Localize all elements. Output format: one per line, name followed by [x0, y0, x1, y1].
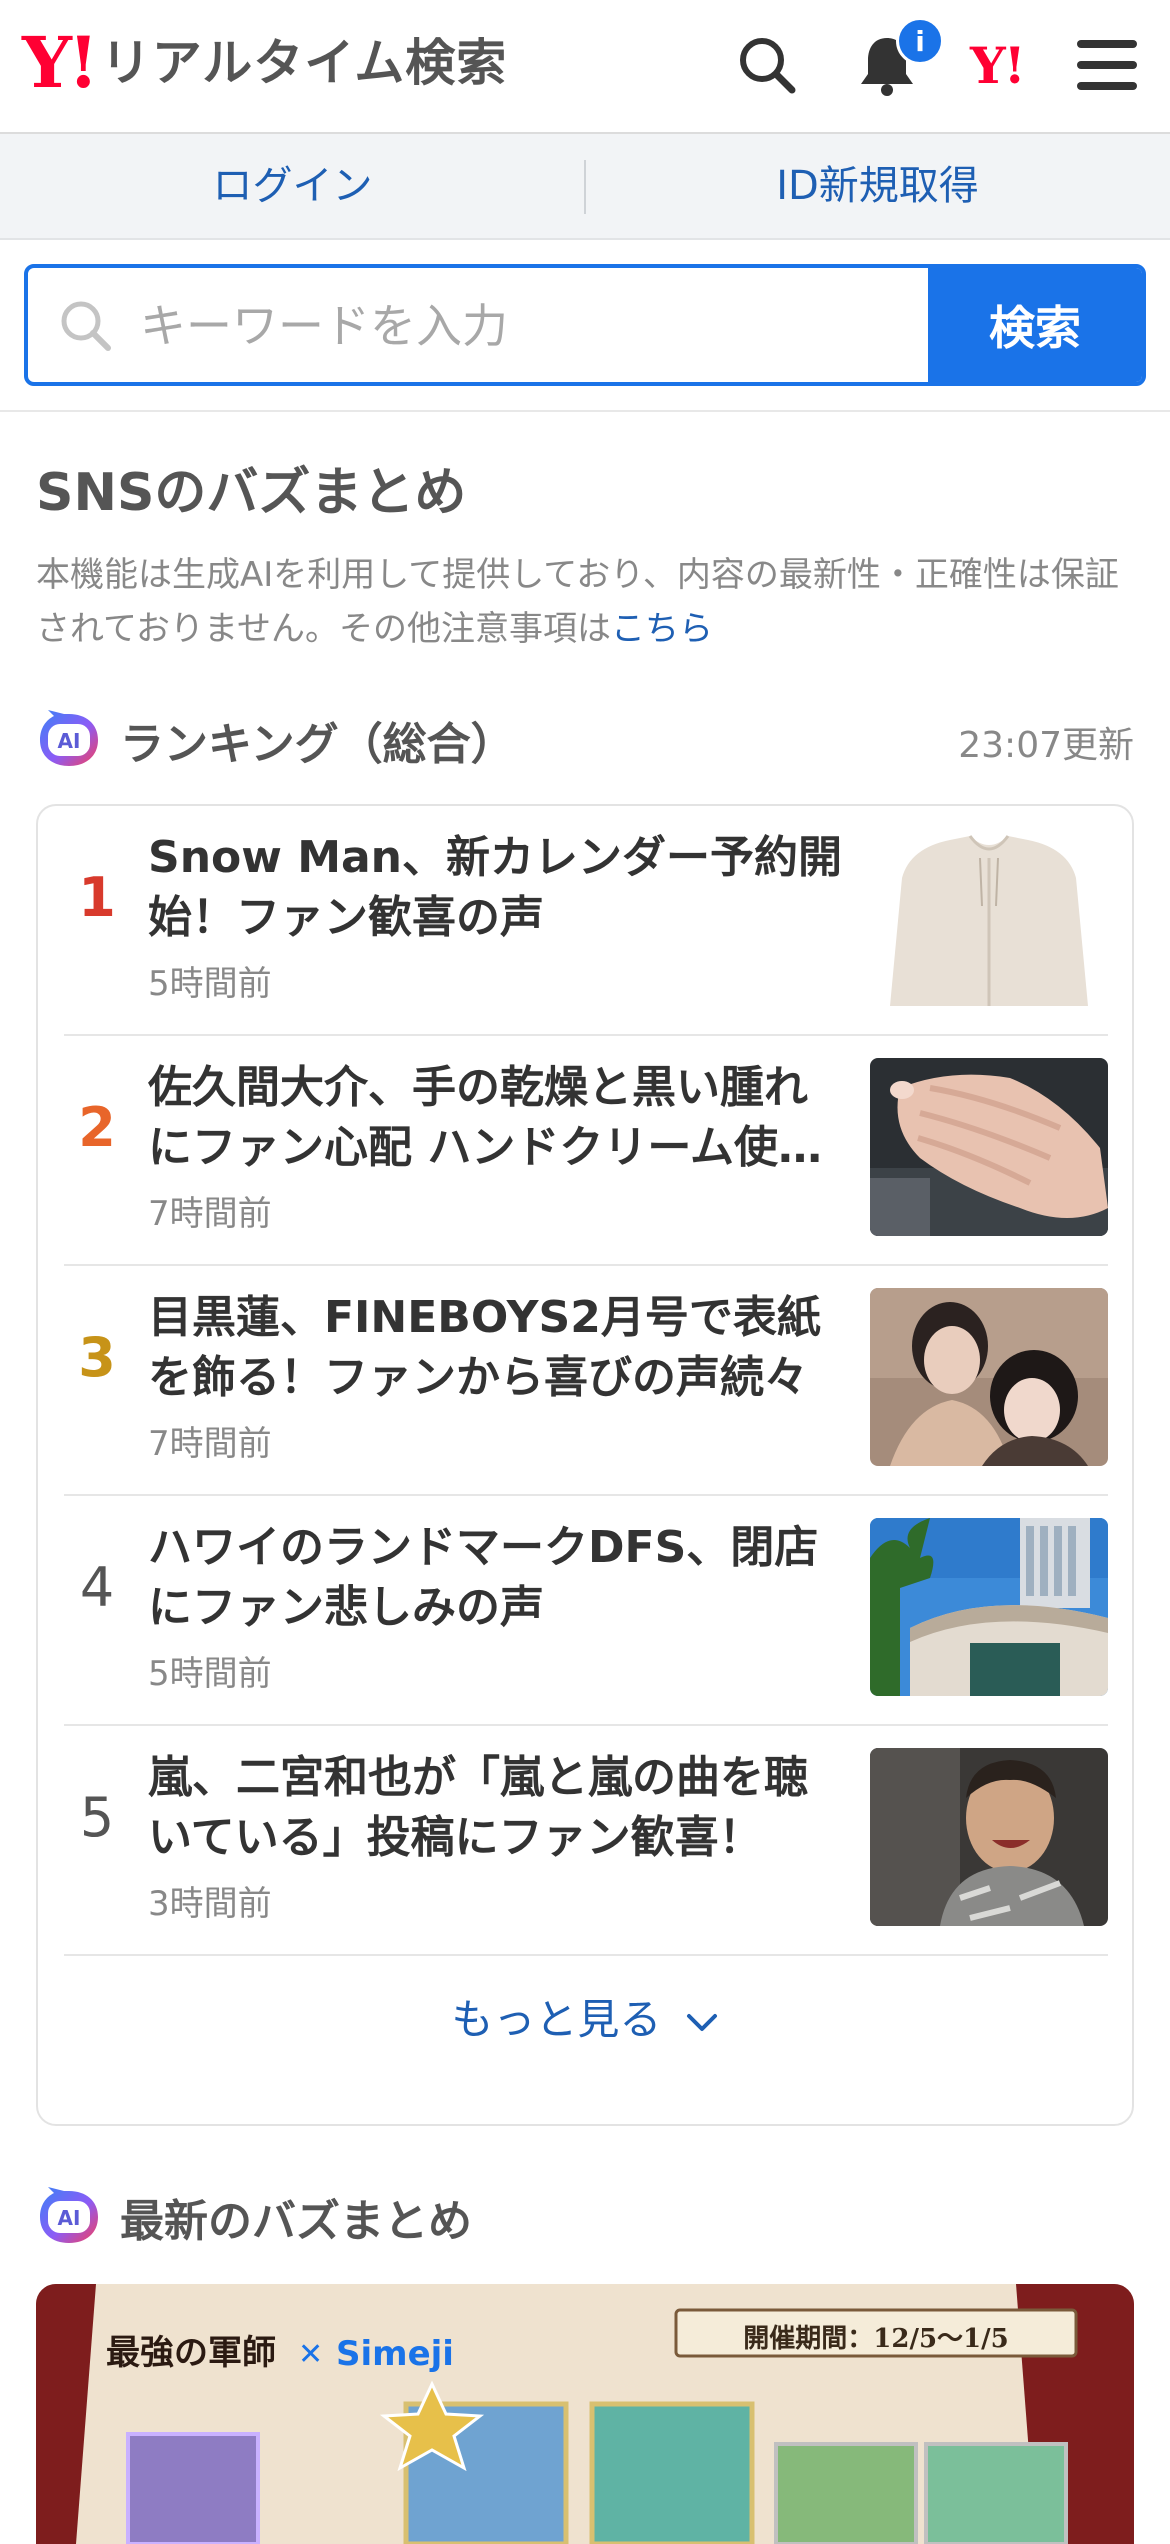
ranking-item[interactable]: 1 Snow Man、新カレンダー予約開始！ファン歓喜の声 5時間前	[64, 806, 1108, 1036]
notice-link[interactable]: こちら	[611, 609, 713, 649]
ranking-item[interactable]: 3 目黒蓮、FINEBOYS2月号で表紙を飾る！ファンから喜びの声続々 7時間前	[64, 1266, 1108, 1496]
ranking-title: ランキング（総合）	[120, 719, 515, 770]
ranking-item[interactable]: 4 ハワイのランドマークDFS、閉店にファン悲しみの声 5時間前	[64, 1496, 1108, 1726]
app-header: Y! リアルタイム検索 i Y!	[0, 0, 1170, 134]
article-time: 7時間前	[148, 1424, 272, 1464]
article-title: 目黒蓮、FINEBOYS2月号で表紙を飾る！ファンから喜びの声続々	[148, 1292, 821, 1403]
section-divider	[0, 410, 1170, 412]
search-input[interactable]	[138, 268, 942, 382]
ranking-item[interactable]: 5 嵐、二宮和也が「嵐と嵐の曲を聴いている」投稿にファン歓喜！ 3時間前	[64, 1726, 1108, 1956]
article-time: 5時間前	[148, 964, 272, 1004]
ai-notice: 本機能は生成AIを利用して提供しており、内容の最新性・正確性は保証されておりませ…	[36, 548, 1146, 656]
more-link[interactable]: もっと見る	[38, 1986, 1132, 2047]
logo-text: リアルタイム検索	[100, 34, 508, 92]
login-bar: ログイン ID新規取得	[0, 134, 1170, 240]
search-input-icon	[61, 301, 111, 351]
search-button[interactable]: 検索	[928, 268, 1142, 382]
ai-icon: AI	[40, 710, 98, 766]
yahoo-top-link[interactable]: Y!	[970, 36, 1026, 95]
search-icon[interactable]	[732, 30, 802, 100]
more-link-label: もっと見る	[451, 1995, 662, 2044]
sns-section-title: SNSのバズまとめ	[36, 463, 467, 523]
yahoo-realtime-logo[interactable]: Y! リアルタイム検索	[22, 28, 507, 98]
rank-number: 3	[78, 1326, 116, 1389]
ai-icon: AI	[40, 2187, 98, 2243]
ranking-card: 1 Snow Man、新カレンダー予約開始！ファン歓喜の声 5時間前 2 佐久間…	[36, 804, 1134, 2126]
article-time: 7時間前	[148, 1194, 272, 1234]
article-title: Snow Man、新カレンダー予約開始！ファン歓喜の声	[148, 832, 843, 943]
svg-text:AI: AI	[58, 2206, 81, 2230]
ranking-item[interactable]: 2 佐久間大介、手の乾燥と黒い腫れにファン心配 ハンドクリーム使… 7時間前	[64, 1036, 1108, 1266]
article-time: 3時間前	[148, 1884, 272, 1924]
banner-brand: Simeji	[336, 2334, 454, 2374]
article-title: 佐久間大介、手の乾燥と黒い腫れにファン心配 ハンドクリーム使…	[148, 1062, 822, 1173]
latest-header: AI 最新のバズまとめ	[36, 2182, 472, 2252]
article-title: 嵐、二宮和也が「嵐と嵐の曲を聴いている」投稿にファン歓喜！	[148, 1752, 808, 1863]
latest-title: 最新のバズまとめ	[120, 2196, 472, 2247]
svg-text:✕: ✕	[298, 2337, 323, 2372]
rank-number: 5	[79, 1786, 115, 1849]
ranking-header: AI ランキング（総合）	[36, 705, 515, 775]
latest-buzz-banner[interactable]: 最強の軍師 ✕ 開催期間：12/5〜1/5 Simeji	[36, 2284, 1134, 2544]
rank-number: 4	[79, 1556, 115, 1619]
register-link[interactable]: ID新規取得	[585, 134, 1170, 238]
building-photo-thumbnail	[870, 1518, 1108, 1696]
hand-photo-thumbnail	[870, 1058, 1108, 1236]
hamburger-menu-icon[interactable]	[1072, 30, 1142, 100]
chevron-down-icon	[686, 2013, 717, 2031]
beige-hoodie-thumbnail	[870, 828, 1108, 1006]
rank-number: 1	[78, 866, 116, 929]
rank-number: 2	[78, 1096, 116, 1159]
article-time: 5時間前	[148, 1654, 272, 1694]
car-selfie-thumbnail	[870, 1748, 1108, 1926]
portrait-photo-thumbnail	[870, 1288, 1108, 1466]
ranking-updated-time: 23:07更新	[958, 725, 1134, 766]
notification-badge[interactable]: i	[896, 17, 944, 65]
svg-text:最強の軍師: 最強の軍師	[106, 2333, 276, 2373]
article-title: ハワイのランドマークDFS、閉店にファン悲しみの声	[148, 1522, 819, 1633]
svg-text:AI: AI	[58, 729, 81, 753]
search-box: 検索	[24, 264, 1146, 386]
login-link[interactable]: ログイン	[0, 134, 585, 238]
banner-period: 開催期間：12/5〜1/5	[743, 2324, 1009, 2354]
ai-notice-text: 本機能は生成AIを利用して提供しており、内容の最新性・正確性は保証されておりませ…	[36, 555, 1119, 649]
yahoo-logo-mark: Y!	[22, 21, 99, 104]
